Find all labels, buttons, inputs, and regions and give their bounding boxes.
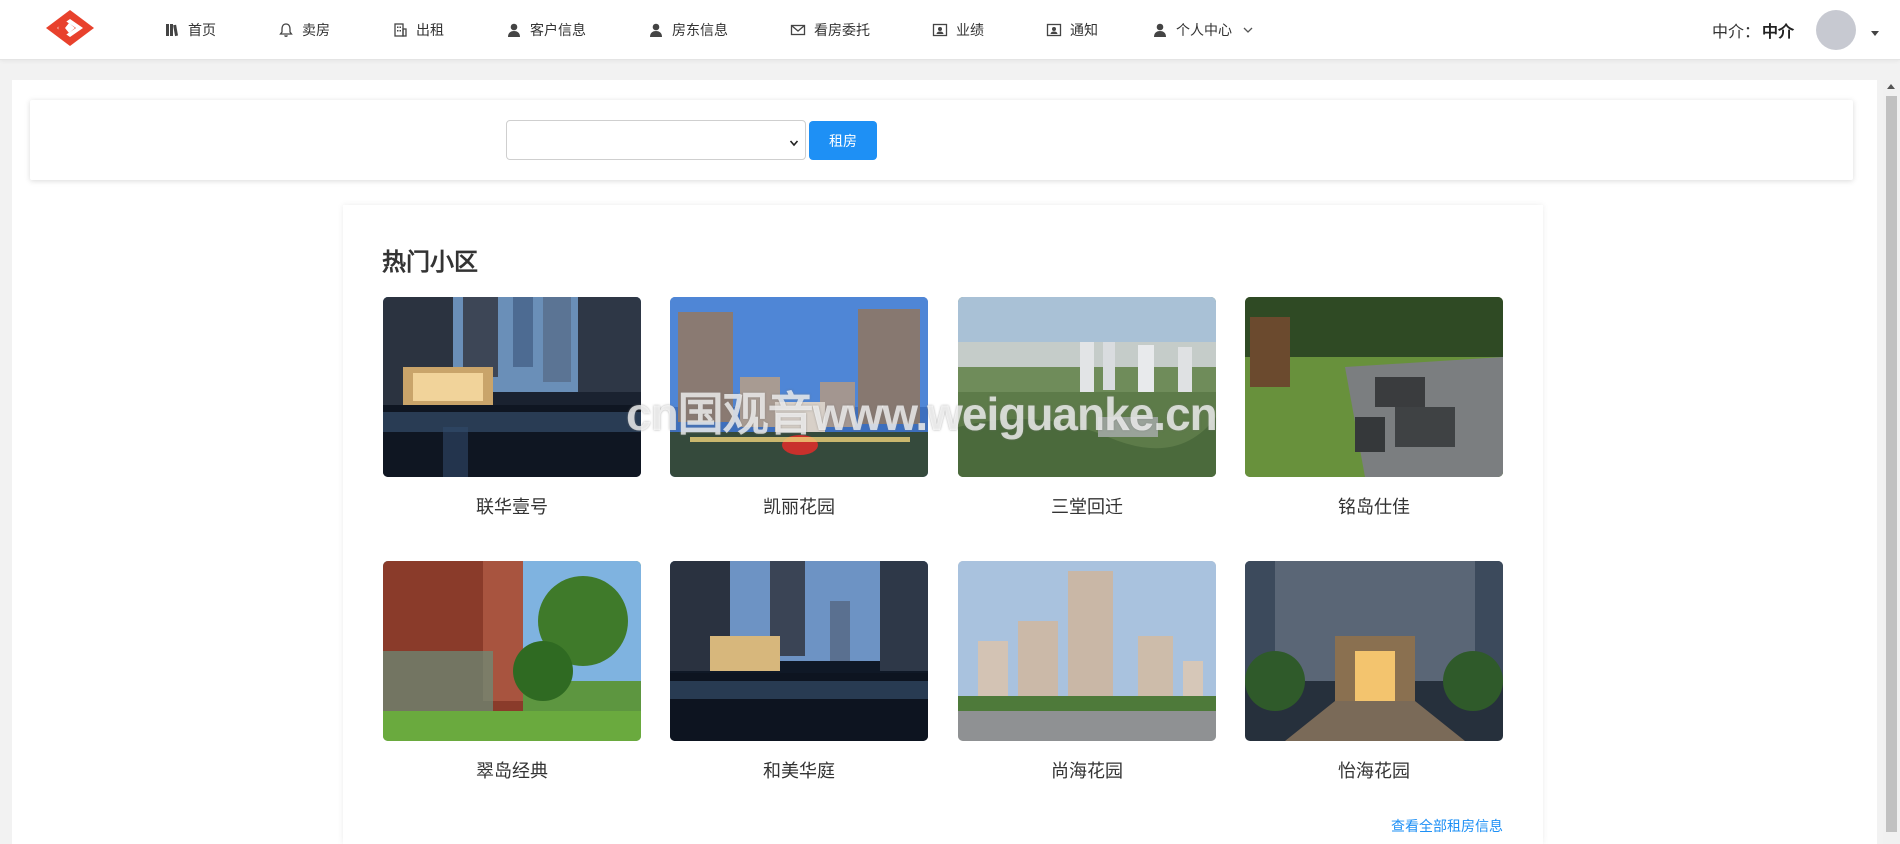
search-card xyxy=(30,100,1853,180)
bell-icon xyxy=(278,22,294,38)
watermark: cn国观音www.weiguanke.cn xyxy=(626,388,1218,440)
chevron-down-icon xyxy=(1242,24,1254,36)
community-name: 三堂回迁 xyxy=(1051,497,1123,517)
agent-label: 中介： xyxy=(1711,24,1760,41)
community-card[interactable]: 尚海花园 xyxy=(958,561,1216,783)
community-photo xyxy=(1245,297,1503,477)
nav-label: 业绩 xyxy=(956,22,984,38)
community-photo xyxy=(670,561,928,741)
chevron-down-icon xyxy=(789,135,799,147)
user-icon xyxy=(1152,22,1168,38)
community-card[interactable]: 铭岛仕佳 xyxy=(1245,297,1503,519)
top-header: 首页 卖房 出租 客户信息 房东信息 看房委托 业绩 通知 个人中心 中介： 中… xyxy=(0,0,1900,60)
nav-label: 通知 xyxy=(1070,22,1098,38)
nav-item-sell[interactable]: 卖房 xyxy=(278,0,330,60)
nav-label: 首页 xyxy=(188,22,216,38)
community-photo xyxy=(383,561,641,741)
scrollbar-thumb[interactable] xyxy=(1886,96,1897,832)
nav-item-customers[interactable]: 客户信息 xyxy=(506,0,586,60)
nav-label: 房东信息 xyxy=(672,22,728,38)
community-card[interactable]: 翠岛经典 xyxy=(383,561,641,783)
nav-label: 看房委托 xyxy=(814,22,870,38)
community-name: 和美华庭 xyxy=(763,761,835,781)
community-name: 凯丽花园 xyxy=(763,497,835,517)
user-icon xyxy=(506,22,522,38)
community-name: 翠岛经典 xyxy=(476,761,548,781)
avatar[interactable] xyxy=(1816,10,1856,50)
nav-item-landlords[interactable]: 房东信息 xyxy=(648,0,728,60)
vertical-scrollbar[interactable] xyxy=(1883,80,1900,844)
id-card-icon xyxy=(932,22,948,38)
building-icon xyxy=(392,22,408,38)
mail-icon xyxy=(790,22,806,38)
community-photo xyxy=(1245,561,1503,741)
nav-item-performance[interactable]: 业绩 xyxy=(932,0,984,60)
user-icon xyxy=(648,22,664,38)
rent-search-button[interactable]: 租房 xyxy=(809,121,877,160)
community-card[interactable]: 联华壹号 xyxy=(383,297,641,519)
id-card-icon xyxy=(1046,22,1062,38)
community-name: 铭岛仕佳 xyxy=(1338,497,1410,517)
book-icon xyxy=(164,22,180,38)
nav-label: 卖房 xyxy=(302,22,330,38)
nav-label: 客户信息 xyxy=(530,22,586,38)
community-select[interactable] xyxy=(506,120,806,160)
agent-name: 中介 xyxy=(1761,24,1794,41)
brand-logo-icon[interactable] xyxy=(42,8,98,48)
nav-item-rent[interactable]: 出租 xyxy=(392,0,444,60)
nav-label: 出租 xyxy=(416,22,444,38)
nav-item-viewing-requests[interactable]: 看房委托 xyxy=(790,0,870,60)
community-name: 联华壹号 xyxy=(476,497,548,517)
caret-down-icon[interactable] xyxy=(1870,25,1880,36)
scroll-up-arrow-icon[interactable] xyxy=(1887,84,1895,89)
nav-item-personal-center[interactable]: 个人中心 xyxy=(1152,0,1254,60)
view-all-rentals-link[interactable]: 查看全部租房信息 xyxy=(1360,816,1503,836)
nav-label: 个人中心 xyxy=(1176,22,1232,38)
nav-item-home[interactable]: 首页 xyxy=(164,0,216,60)
nav-item-notifications[interactable]: 通知 xyxy=(1046,0,1098,60)
community-photo xyxy=(383,297,641,477)
community-card[interactable]: 和美华庭 xyxy=(670,561,928,783)
community-name: 怡海花园 xyxy=(1338,761,1410,781)
community-card[interactable]: 怡海花园 xyxy=(1245,561,1503,783)
community-photo xyxy=(958,561,1216,741)
section-title: 热门小区 xyxy=(382,249,478,276)
community-name: 尚海花园 xyxy=(1051,761,1123,781)
main-nav: 首页 卖房 出租 客户信息 房东信息 看房委托 业绩 通知 个人中心 xyxy=(164,0,1254,60)
user-area: 中介： 中介 xyxy=(1712,0,1880,60)
